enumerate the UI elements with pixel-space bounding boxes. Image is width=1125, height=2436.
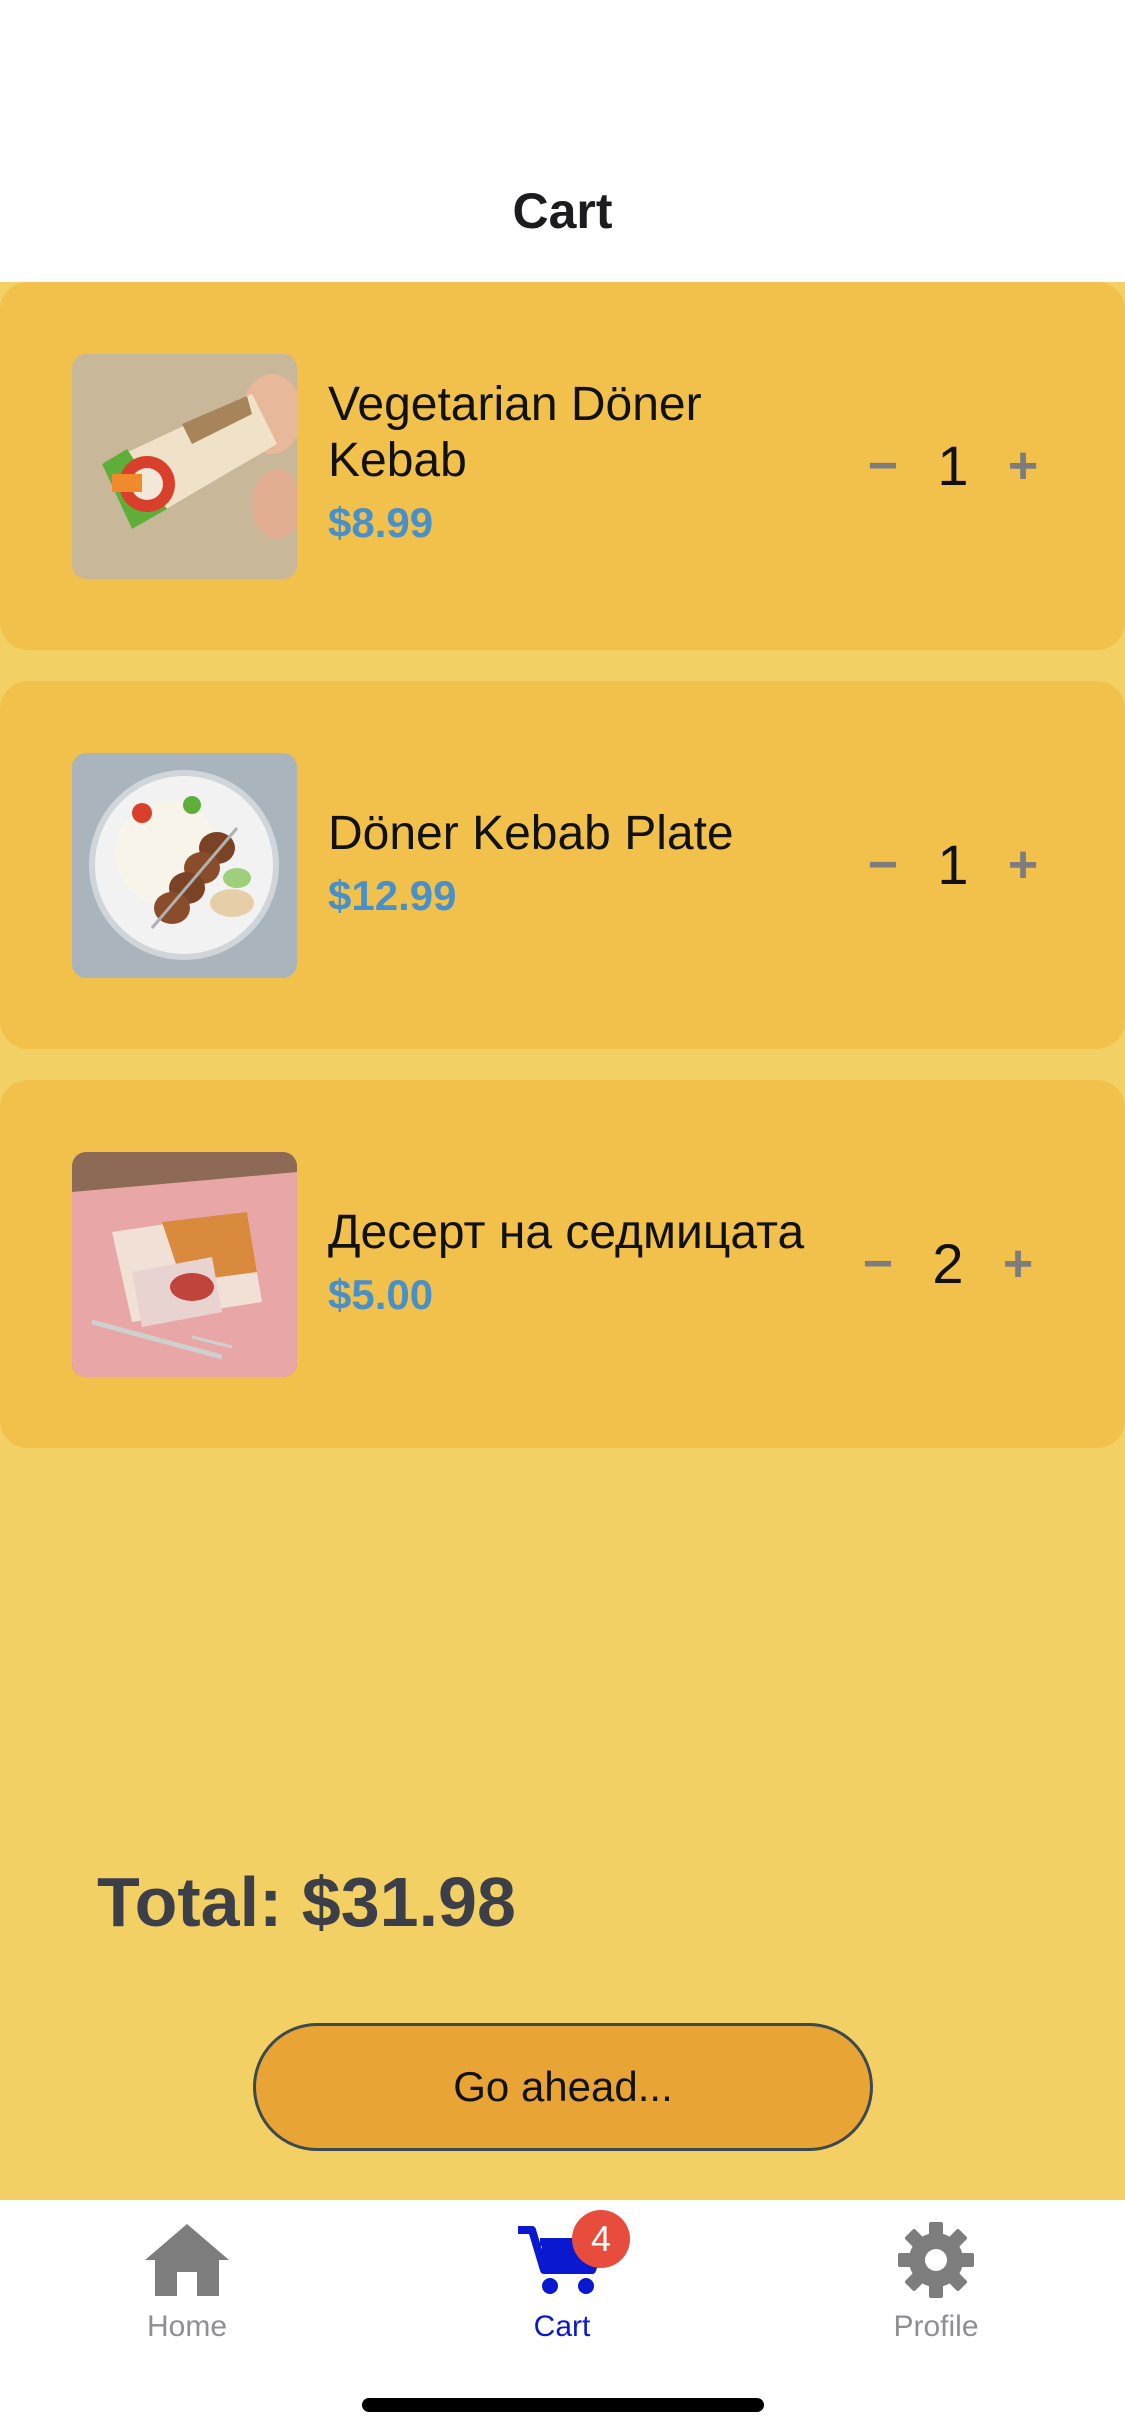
dessert-image	[72, 1152, 297, 1377]
cart-total: Total: $31.98	[97, 1863, 516, 1941]
tab-label: Profile	[893, 2310, 979, 2343]
decrease-quantity-button[interactable]: −	[848, 1224, 908, 1304]
increase-quantity-button[interactable]: +	[988, 1224, 1048, 1304]
increase-quantity-button[interactable]: +	[993, 825, 1053, 905]
tab-profile[interactable]: Profile	[806, 2220, 1066, 2360]
item-price: $8.99	[328, 499, 434, 546]
quantity-stepper: − 1 +	[853, 426, 1053, 506]
quantity-value: 2	[932, 1232, 964, 1295]
cart-icon: 4	[512, 2210, 630, 2300]
gear-icon	[886, 2220, 986, 2300]
item-info: Döner Kebab Plate $12.99	[328, 806, 848, 920]
kebab-plate-image	[72, 753, 297, 978]
go-ahead-button[interactable]: Go ahead...	[253, 2023, 873, 2151]
veggie-wrap-image	[72, 354, 297, 579]
decrease-quantity-button[interactable]: −	[853, 426, 913, 506]
item-price: $12.99	[328, 872, 457, 919]
decrease-quantity-button[interactable]: −	[853, 825, 913, 905]
increase-quantity-button[interactable]: +	[993, 426, 1053, 506]
tab-cart[interactable]: 4 Cart	[432, 2210, 692, 2360]
cart-item: Döner Kebab Plate $12.99 − 1 +	[0, 681, 1125, 1049]
cart-item: Десерт на седмицата $5.00 − 2 +	[0, 1080, 1125, 1448]
header: Cart	[0, 0, 1125, 282]
quantity-stepper: − 2 +	[848, 1224, 1048, 1304]
page-title: Cart	[512, 183, 613, 239]
item-name: Десерт на седмицата	[328, 1206, 805, 1259]
cart-count-badge: 4	[572, 2210, 630, 2268]
item-info: Десерт на седмицата $5.00	[328, 1205, 868, 1319]
quantity-value: 1	[937, 833, 969, 896]
item-price: $5.00	[328, 1271, 434, 1318]
quantity-value: 1	[937, 434, 969, 497]
item-info: Vegetarian Döner Kebab $8.99	[328, 377, 848, 547]
quantity-stepper: − 1 +	[853, 825, 1053, 905]
cart-screen: Cart Vegetarian Döner Kebab $8.99 − 1 + …	[0, 0, 1125, 2436]
tab-label: Home	[146, 2310, 228, 2343]
cart-item: Vegetarian Döner Kebab $8.99 − 1 +	[0, 282, 1125, 650]
tab-home[interactable]: Home	[57, 2220, 317, 2360]
home-indicator	[362, 2398, 764, 2412]
item-name: Döner Kebab Plate	[328, 807, 734, 860]
tab-label: Cart	[533, 2310, 591, 2343]
item-name: Vegetarian Döner Kebab	[328, 378, 702, 487]
home-icon	[137, 2220, 237, 2300]
